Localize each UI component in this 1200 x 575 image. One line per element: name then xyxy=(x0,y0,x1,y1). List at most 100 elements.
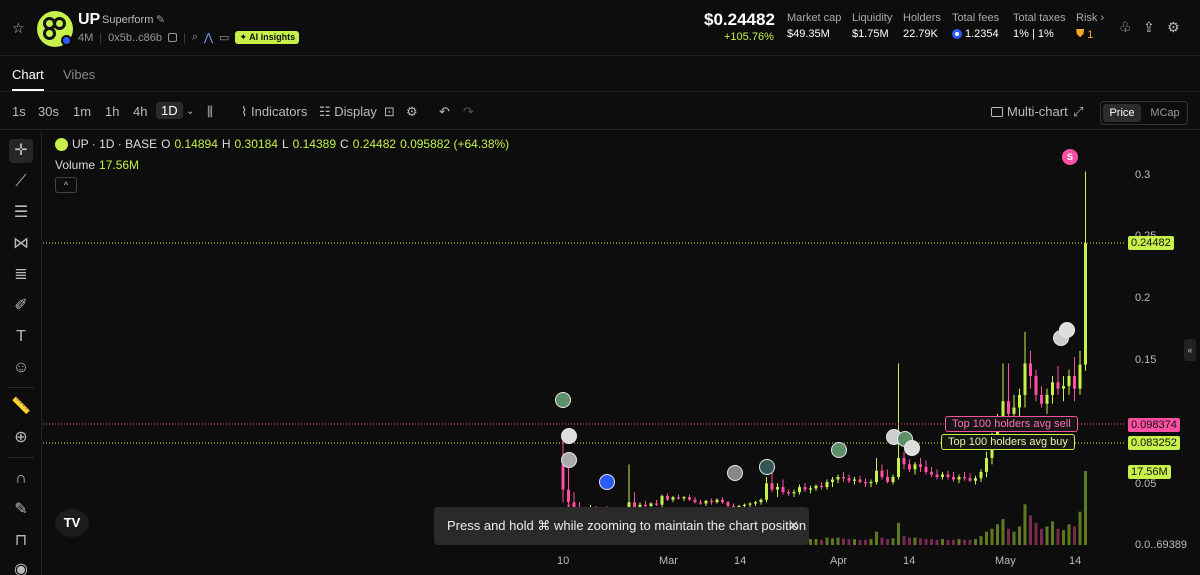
candle[interactable] xyxy=(858,479,862,483)
price-chart[interactable]: UP · 1D · BASE O 0.14894 H 0.30184 L 0.1438… xyxy=(43,131,1200,575)
trend-line-icon[interactable]: ⟋ xyxy=(9,170,33,194)
edit-icon[interactable]: ✎ xyxy=(156,13,165,26)
trader-avatar[interactable] xyxy=(1059,322,1075,338)
candle[interactable] xyxy=(814,485,818,489)
candle[interactable] xyxy=(924,466,928,472)
lock-icon[interactable]: ⊓ xyxy=(9,529,33,553)
candle[interactable] xyxy=(825,482,829,488)
tab-chart[interactable]: Chart xyxy=(12,67,44,82)
candle[interactable] xyxy=(699,502,702,504)
candle[interactable] xyxy=(721,499,724,503)
candle[interactable] xyxy=(792,492,796,494)
horizontal-lines-icon[interactable]: ☰ xyxy=(9,201,33,225)
candle[interactable] xyxy=(1084,243,1087,365)
tab-vibes[interactable]: Vibes xyxy=(63,67,95,82)
candle[interactable] xyxy=(1029,363,1032,376)
candle[interactable] xyxy=(781,487,785,493)
candle[interactable] xyxy=(842,476,845,479)
candle[interactable] xyxy=(1023,363,1027,395)
candle[interactable] xyxy=(1078,364,1082,389)
candle[interactable] xyxy=(1045,394,1049,404)
fullscreen-icon[interactable]: ⤢ xyxy=(1073,104,1083,120)
trader-avatar[interactable] xyxy=(904,440,920,456)
candle[interactable] xyxy=(864,482,867,484)
emoji-icon[interactable]: ☺ xyxy=(9,356,33,380)
candle[interactable] xyxy=(913,464,917,470)
stat-risk[interactable]: Risk › ⛊ 1 xyxy=(1076,12,1104,41)
candle[interactable] xyxy=(847,478,851,481)
token-address[interactable]: 0x5b..c86b xyxy=(108,32,162,44)
settings-icon[interactable]: ⚙ xyxy=(406,104,418,120)
candle[interactable] xyxy=(649,503,653,507)
text-icon[interactable]: T xyxy=(9,325,33,349)
candle[interactable] xyxy=(666,495,669,500)
fib-icon[interactable]: ≣ xyxy=(9,263,33,287)
candle[interactable] xyxy=(704,500,708,504)
display-button[interactable]: ☷ Display xyxy=(319,104,377,120)
candle[interactable] xyxy=(677,497,680,499)
candle[interactable] xyxy=(561,464,565,490)
candle[interactable] xyxy=(886,476,889,483)
candle[interactable] xyxy=(968,478,972,481)
interval-1m[interactable]: 1m xyxy=(73,104,91,119)
candle[interactable] xyxy=(803,487,807,490)
candle[interactable] xyxy=(688,497,691,500)
trader-avatar[interactable] xyxy=(561,452,577,468)
candle[interactable] xyxy=(1073,375,1076,389)
candle[interactable] xyxy=(869,482,873,484)
stat-holders[interactable]: Holders 22.79K xyxy=(903,12,941,40)
candle[interactable] xyxy=(1012,407,1016,414)
candle[interactable] xyxy=(880,470,884,477)
candle[interactable] xyxy=(765,483,768,500)
candle[interactable] xyxy=(776,487,779,490)
candle[interactable] xyxy=(660,495,664,505)
candle[interactable] xyxy=(891,476,895,483)
redo-icon[interactable]: ↷ xyxy=(463,104,474,120)
interval-30s[interactable]: 30s xyxy=(38,104,59,119)
eye-icon[interactable]: ◉ xyxy=(9,558,33,575)
crosshair-icon[interactable]: ✛ xyxy=(9,139,33,163)
trader-avatar[interactable] xyxy=(831,442,847,458)
candle[interactable] xyxy=(974,478,977,481)
candle[interactable] xyxy=(935,474,939,477)
candle[interactable] xyxy=(979,471,983,479)
ruler-icon[interactable]: 📏 xyxy=(9,395,33,419)
candle[interactable] xyxy=(897,458,900,477)
candle[interactable] xyxy=(941,474,944,477)
candle[interactable] xyxy=(1051,382,1054,395)
candle[interactable] xyxy=(875,470,878,483)
trader-avatar[interactable] xyxy=(599,474,615,490)
candle[interactable] xyxy=(710,500,713,503)
ai-insights-button[interactable]: ✦ AI insights xyxy=(235,31,300,44)
trader-avatar[interactable] xyxy=(759,459,775,475)
chart-link-icon[interactable]: ⋀ xyxy=(204,31,213,44)
candle[interactable] xyxy=(930,471,933,475)
brush-icon[interactable]: ✐ xyxy=(9,294,33,318)
expand-panel-icon[interactable]: « xyxy=(1184,339,1196,361)
trader-avatar[interactable] xyxy=(555,392,571,408)
magnet-icon[interactable]: ∩ xyxy=(9,467,33,491)
candle[interactable] xyxy=(748,503,752,505)
chevron-down-icon[interactable]: ⌄ xyxy=(186,106,194,117)
candle[interactable] xyxy=(952,476,955,480)
candle[interactable] xyxy=(567,489,570,503)
candle[interactable] xyxy=(759,499,763,503)
candle[interactable] xyxy=(902,458,906,465)
candle[interactable] xyxy=(1067,375,1071,387)
collapse-legend-button[interactable]: ^ xyxy=(55,177,77,193)
pattern-icon[interactable]: ⋈ xyxy=(9,232,33,256)
close-icon[interactable]: ✕ xyxy=(788,507,799,545)
multi-chart-button[interactable]: Multi-chart xyxy=(991,104,1068,119)
candle[interactable] xyxy=(836,476,840,480)
candle[interactable] xyxy=(655,503,658,505)
candle[interactable] xyxy=(743,504,746,507)
bell-plus-icon[interactable]: ♧ xyxy=(1119,19,1132,36)
candle[interactable] xyxy=(1007,401,1010,414)
candle[interactable] xyxy=(963,476,966,479)
candle[interactable] xyxy=(644,504,647,507)
settings-icon[interactable]: ⚙ xyxy=(1167,19,1180,36)
search-icon[interactable]: ⌕ xyxy=(192,31,198,44)
candle[interactable] xyxy=(671,497,675,500)
interval-1d[interactable]: 1D xyxy=(156,102,183,119)
candle[interactable] xyxy=(946,474,950,477)
